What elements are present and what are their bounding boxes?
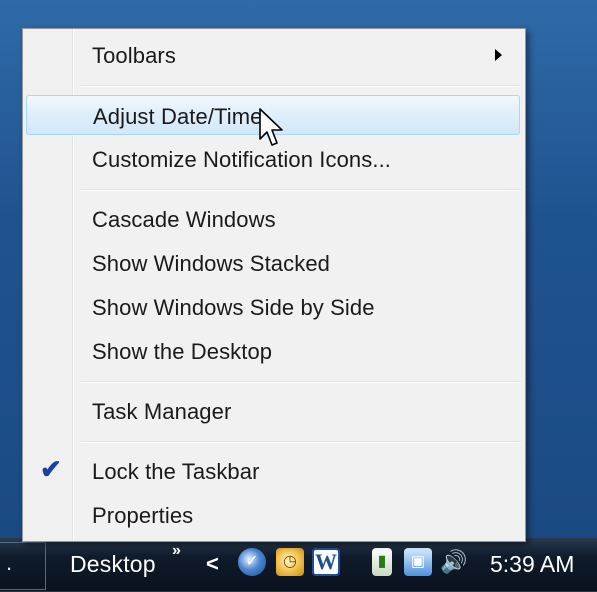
taskbar-left-button[interactable]: . <box>0 542 46 590</box>
submenu-arrow-icon <box>495 49 502 61</box>
menu-separator <box>81 189 521 191</box>
word-icon[interactable]: W <box>312 548 340 576</box>
menu-item-label: Lock the Taskbar <box>92 459 260 484</box>
taskbar-clock[interactable]: 5:39 AM <box>490 551 574 578</box>
menu-item-show-windows-side-by-side[interactable]: Show Windows Side by Side <box>26 287 520 327</box>
clock-app-icon[interactable]: ◷ <box>276 548 304 576</box>
menu-item-cascade-windows[interactable]: Cascade Windows <box>26 199 520 239</box>
menu-item-label: Customize Notification Icons... <box>92 147 391 172</box>
checkmark-icon: ✔ <box>40 454 62 484</box>
menu-item-label: Properties <box>92 503 194 528</box>
menu-item-label: Show Windows Stacked <box>92 251 330 276</box>
menu-separator <box>81 381 521 383</box>
mouse-pointer-icon <box>259 108 283 146</box>
network-icon[interactable]: ▣ <box>404 548 432 576</box>
menu-item-label: Show the Desktop <box>92 339 273 364</box>
check-app-icon[interactable]: ✓ <box>238 548 266 576</box>
volume-icon[interactable]: 🔊 <box>440 548 468 576</box>
menu-item-label: Cascade Windows <box>92 207 276 232</box>
menu-item-properties[interactable]: Properties <box>26 495 520 535</box>
menu-item-task-manager[interactable]: Task Manager <box>26 391 520 431</box>
taskbar-context-menu: Toolbars Adjust Date/Time Customize Noti… <box>22 28 526 542</box>
menu-item-show-the-desktop[interactable]: Show the Desktop <box>26 331 520 371</box>
menu-item-show-windows-stacked[interactable]: Show Windows Stacked <box>26 243 520 283</box>
taskbar[interactable]: . Desktop » < ✓ ◷ W ▮ ▣ 🔊 5:39 AM <box>0 538 597 592</box>
menu-item-label: Adjust Date/Time <box>93 104 263 129</box>
power-icon[interactable]: ▮ <box>372 548 392 576</box>
menu-item-lock-the-taskbar[interactable]: ✔ Lock the Taskbar <box>26 451 520 491</box>
menu-item-label: Task Manager <box>92 399 232 424</box>
menu-item-label: Toolbars <box>92 43 176 68</box>
toolbar-more-chevron-icon[interactable]: » <box>172 542 181 560</box>
menu-separator <box>81 441 521 443</box>
menu-separator <box>81 85 521 87</box>
tray-expand-arrow-icon[interactable]: < <box>206 551 219 577</box>
desktop-toolbar-label[interactable]: Desktop <box>70 551 156 578</box>
menu-item-label: Show Windows Side by Side <box>92 295 375 320</box>
menu-item-toolbars[interactable]: Toolbars <box>26 35 520 75</box>
